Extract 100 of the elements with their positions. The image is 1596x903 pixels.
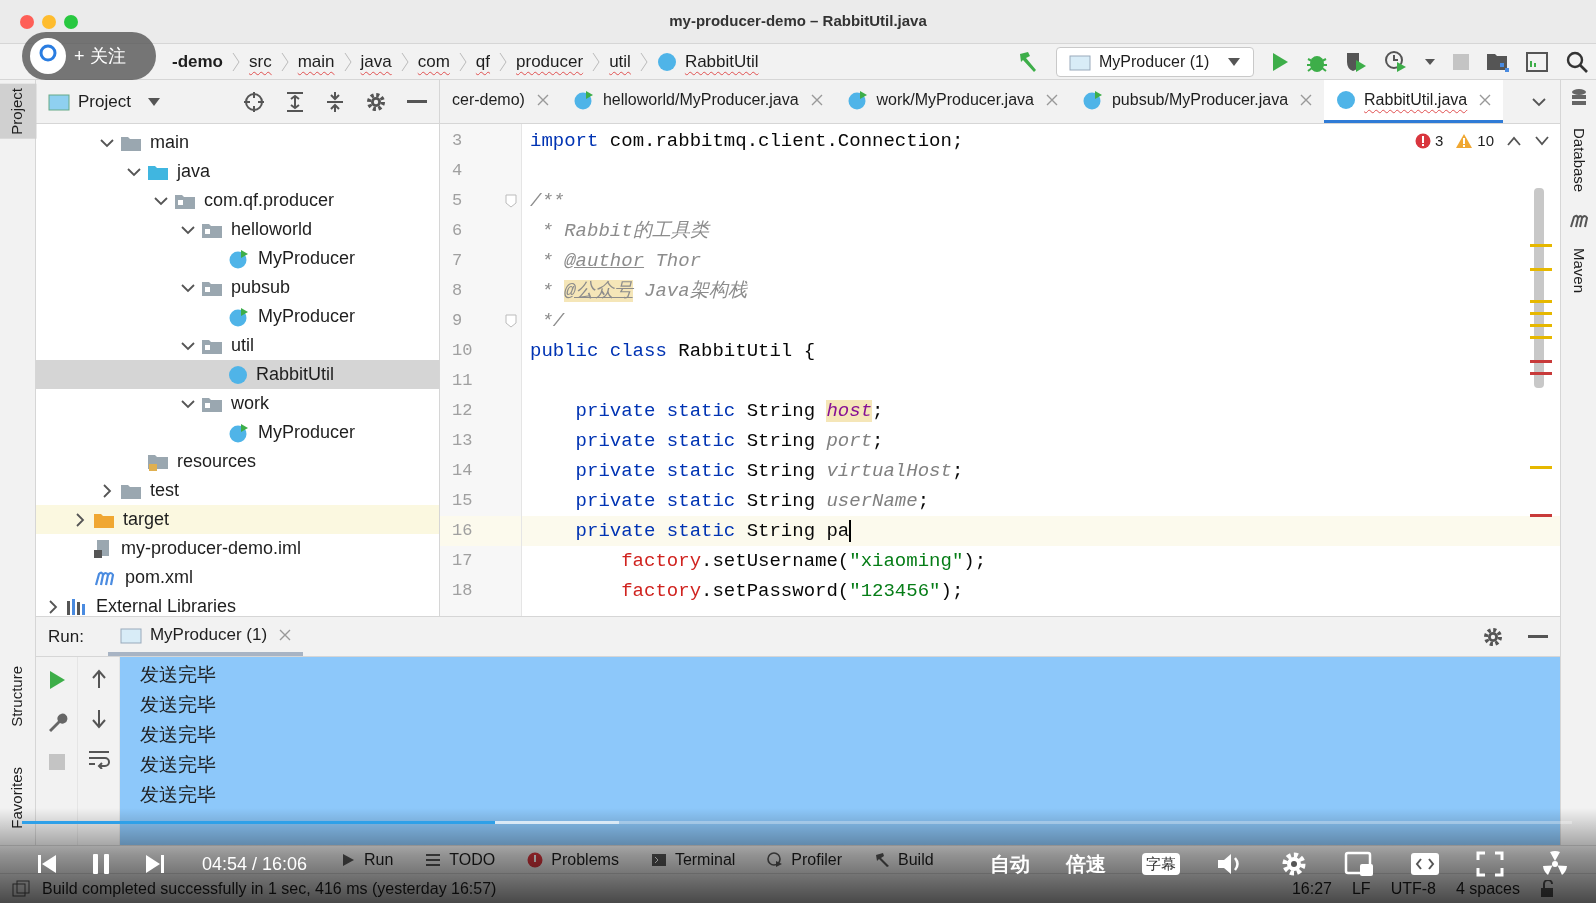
editor-tab[interactable]: work/MyProducer.java <box>834 80 1070 123</box>
code-line: private static String host; <box>574 398 884 424</box>
tree-item[interactable]: MyProducer <box>258 419 356 446</box>
tool-window-button[interactable]: Build <box>874 847 934 872</box>
tree-item[interactable]: MyProducer <box>258 245 356 272</box>
code-line: import com.rabbitmq.client.Connection; <box>530 128 964 154</box>
breadcrumb-item[interactable]: producer <box>516 48 584 75</box>
tree-item[interactable]: RabbitUtil <box>256 361 335 388</box>
tree-item[interactable]: util <box>231 332 254 359</box>
web-fullscreen-icon[interactable] <box>1410 851 1440 877</box>
breadcrumb-item[interactable]: util <box>609 48 631 75</box>
tool-window-button[interactable]: Run <box>340 847 394 872</box>
previous-icon[interactable] <box>36 853 58 875</box>
tree-item[interactable]: pom.xml <box>125 564 193 591</box>
close-icon <box>279 628 292 641</box>
tool-window-button[interactable]: Terminal <box>650 847 736 872</box>
soft-wrap-icon[interactable] <box>87 749 110 769</box>
tree-item[interactable]: MyProducer <box>258 303 356 330</box>
chevron-down-icon[interactable] <box>1534 135 1550 148</box>
picture-in-picture-icon[interactable] <box>1344 851 1374 877</box>
close-button[interactable] <box>20 14 34 29</box>
run-icon[interactable] <box>1270 50 1290 73</box>
caret-icon[interactable] <box>146 96 161 107</box>
expand-all-icon[interactable] <box>285 90 305 113</box>
editor-tab[interactable]: cer-demo) <box>440 80 561 123</box>
tree-item[interactable]: my-producer-demo.iml <box>121 535 302 562</box>
quality-button[interactable]: 自动 <box>990 849 1030 879</box>
panel-title[interactable]: Project <box>78 88 131 115</box>
search-icon[interactable] <box>1566 50 1588 73</box>
line-number: 4 <box>452 160 463 183</box>
up-arrow-icon[interactable] <box>89 669 108 689</box>
caret-icon[interactable] <box>1424 57 1436 66</box>
minimize-icon[interactable] <box>1528 634 1548 639</box>
follow-button[interactable]: + 关注 <box>22 32 156 80</box>
breadcrumb-item[interactable]: src <box>249 48 272 75</box>
run-icon <box>340 851 356 868</box>
tree-item[interactable]: com.qf.producer <box>204 187 335 214</box>
chevron-icon <box>342 50 353 73</box>
line-number: 14 <box>452 460 473 483</box>
breadcrumb-item[interactable]: qf <box>475 48 491 75</box>
settings-icon[interactable] <box>1280 850 1308 878</box>
settings-icon[interactable] <box>1482 625 1504 648</box>
settings-icon[interactable] <box>365 90 387 113</box>
class-icon <box>656 51 677 72</box>
breadcrumb-item[interactable]: java <box>360 48 392 75</box>
down-arrow-icon[interactable] <box>89 709 108 729</box>
tool-window-tab[interactable]: Database <box>1563 124 1594 197</box>
fullscreen-icon[interactable] <box>1476 851 1504 877</box>
warning-count[interactable]: 10 <box>1455 130 1494 153</box>
breadcrumb-item[interactable]: main <box>297 48 335 75</box>
tool-window-tab[interactable]: Favorites <box>0 763 37 833</box>
tool-window-tab[interactable]: Project <box>0 84 37 139</box>
code-line: * @author Thor <box>540 248 702 274</box>
library-icon <box>66 597 88 616</box>
console-output-line: 发送完毕 <box>140 783 217 807</box>
tool-window-button[interactable]: Problems <box>527 847 619 872</box>
minimize-icon[interactable] <box>407 99 427 104</box>
tree-item[interactable]: work <box>231 390 269 417</box>
tool-window-tab[interactable]: Structure <box>0 662 37 732</box>
editor-tab[interactable]: RabbitUtil.java <box>1324 80 1504 123</box>
tool-window-tab[interactable]: Maven <box>1563 244 1594 298</box>
breadcrumb-item[interactable]: RabbitUtil <box>684 48 759 75</box>
subtitles-toggle[interactable]: 字幕 <box>1142 852 1180 876</box>
radiation-icon[interactable] <box>1540 850 1570 878</box>
tool-window-button[interactable]: Profiler <box>767 847 843 872</box>
window-icon[interactable] <box>1526 50 1550 73</box>
breadcrumb-item[interactable]: com <box>417 48 450 75</box>
maven-icon[interactable] <box>1568 212 1589 229</box>
crosshair-icon[interactable] <box>243 90 265 113</box>
build-icon <box>874 851 891 868</box>
error-count[interactable]: 3 <box>1414 130 1444 153</box>
chevron-up-icon[interactable] <box>1506 135 1522 148</box>
tree-item[interactable]: resources <box>177 448 257 475</box>
tool-window-button[interactable]: TODO <box>425 847 496 872</box>
tree-item[interactable]: test <box>150 477 179 504</box>
tree-item[interactable]: main <box>150 129 189 156</box>
tree-row-highlight[interactable]: RabbitUtil <box>36 360 439 389</box>
breadcrumb-item[interactable]: -demo <box>172 48 223 75</box>
code-line: * Rabbit的工具类 <box>540 218 709 244</box>
database-icon[interactable] <box>1569 88 1588 108</box>
tree-item[interactable]: helloworld <box>231 216 313 243</box>
tree-item[interactable]: target <box>123 506 170 533</box>
lock-icon[interactable] <box>1540 879 1556 898</box>
application-icon <box>1069 52 1091 71</box>
pause-icon[interactable] <box>90 852 112 876</box>
tree-item[interactable]: pubsub <box>231 274 291 301</box>
line-number: 11 <box>452 370 473 393</box>
runnable-class-icon <box>228 306 250 327</box>
tree-item[interactable]: java <box>177 158 211 185</box>
line-number: 12 <box>452 400 473 423</box>
next-icon[interactable] <box>144 853 166 875</box>
profile-icon[interactable] <box>1384 49 1408 74</box>
progress-track[interactable] <box>22 821 1572 824</box>
tree-item[interactable]: External Libraries <box>96 593 237 616</box>
run-configuration-dropdown[interactable]: MyProducer (1) <box>1056 46 1254 77</box>
collapse-all-icon[interactable] <box>325 90 345 113</box>
editor-tab[interactable]: pubsub/MyProducer.java <box>1069 80 1325 123</box>
toggle-panels-icon[interactable] <box>12 879 30 898</box>
editor-tab[interactable]: helloworld/MyProducer.java <box>560 80 835 123</box>
speed-button[interactable]: 倍速 <box>1066 849 1106 879</box>
